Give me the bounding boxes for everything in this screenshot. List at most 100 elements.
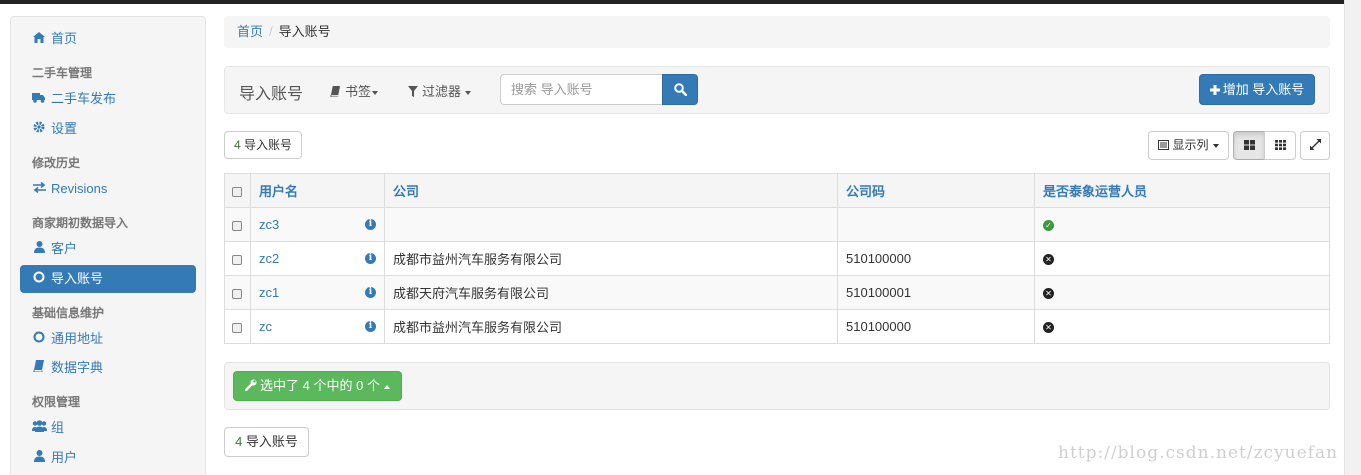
breadcrumb-separator: / bbox=[269, 24, 273, 39]
company-code-cell: 510100000 bbox=[837, 241, 1035, 276]
info-icon[interactable]: i bbox=[365, 253, 376, 264]
row-checkbox[interactable] bbox=[232, 288, 242, 299]
sidebar-item-common-address[interactable]: 通用地址 bbox=[20, 325, 196, 353]
results-table: 用户名 公司 公司码 是否泰象运营人员 zc3 i ✓ zc2 i 成都市益州汽车服… bbox=[224, 173, 1330, 344]
search-input[interactable] bbox=[500, 74, 662, 105]
sidebar-item-groups[interactable]: 组 bbox=[20, 414, 196, 442]
gear-icon bbox=[32, 115, 46, 143]
breadcrumb-home-link[interactable]: 首页 bbox=[237, 24, 263, 39]
row-select-cell bbox=[224, 309, 251, 344]
page-title: 导入账号 bbox=[239, 86, 304, 103]
company-code-cell bbox=[837, 207, 1035, 242]
sidebar-item-users[interactable]: 用户 bbox=[20, 444, 196, 472]
column-header-company-code[interactable]: 公司码 bbox=[837, 173, 1035, 208]
search-icon bbox=[674, 83, 687, 96]
username-link[interactable]: zc bbox=[259, 319, 272, 334]
view-block-button[interactable] bbox=[1233, 131, 1265, 160]
row-checkbox[interactable] bbox=[232, 322, 242, 333]
table-row: zc2 i 成都市益州汽车服务有限公司 510100000 ✕ bbox=[224, 241, 1330, 276]
user-icon bbox=[32, 444, 46, 472]
username-cell: zc i bbox=[250, 309, 385, 344]
select-all-checkbox[interactable] bbox=[232, 186, 242, 197]
remove-sign-icon: ✕ bbox=[1043, 322, 1054, 334]
username-link[interactable]: zc1 bbox=[259, 285, 279, 300]
users-icon bbox=[32, 414, 47, 442]
bookmarks-label: 书签 bbox=[345, 84, 372, 99]
select-all-cell bbox=[224, 173, 251, 208]
book-icon bbox=[330, 86, 341, 98]
column-header-is-operator[interactable]: 是否泰象运营人员 bbox=[1034, 173, 1330, 208]
company-cell: 成都天府汽车服务有限公司 bbox=[384, 275, 838, 310]
table-row: zc1 i 成都天府汽车服务有限公司 510100001 ✕ bbox=[224, 275, 1330, 310]
result-count-label: 导入账号 bbox=[244, 138, 293, 152]
filters-label: 过滤器 bbox=[422, 84, 462, 99]
bookmarks-dropdown[interactable]: 书签 bbox=[330, 81, 379, 100]
sidebar-item-data-dict[interactable]: 数据字典 bbox=[20, 354, 196, 382]
sidebar-group-header: 修改历史 bbox=[32, 156, 81, 170]
columns-dropdown[interactable]: 显示列 bbox=[1148, 131, 1229, 160]
result-count-label: 导入账号 bbox=[245, 434, 298, 449]
list-alt-icon bbox=[1158, 140, 1170, 150]
result-count-number: 4 bbox=[233, 138, 241, 152]
filters-dropdown[interactable]: 过滤器 bbox=[408, 81, 472, 100]
sidebar-item-label: 首页 bbox=[51, 31, 78, 46]
bulk-action-dropdown[interactable]: 选中了 4 个中的 0 个 bbox=[233, 371, 402, 401]
sidebar-item-label: 客户 bbox=[51, 241, 78, 256]
fullscreen-button[interactable] bbox=[1300, 131, 1330, 160]
top-bar bbox=[0, 0, 1344, 4]
caret-down-icon bbox=[372, 90, 379, 95]
table-row: zc i 成都市益州汽车服务有限公司 510100000 ✕ bbox=[224, 309, 1330, 344]
username-cell: zc3 i bbox=[250, 207, 385, 242]
sidebar-group-header: 二手车管理 bbox=[32, 66, 93, 80]
sidebar-item-customers[interactable]: 客户 bbox=[20, 235, 196, 263]
result-count-number: 4 bbox=[235, 434, 243, 449]
sidebar-item-home[interactable]: 首页 bbox=[20, 25, 196, 53]
row-select-cell bbox=[224, 241, 251, 276]
circle-icon bbox=[32, 325, 46, 353]
sidebar-item-label: 导入账号 bbox=[51, 271, 104, 286]
info-icon[interactable]: i bbox=[365, 321, 376, 332]
info-icon[interactable]: i bbox=[365, 219, 376, 230]
remove-sign-icon: ✕ bbox=[1043, 254, 1054, 266]
sidebar-item-settings[interactable]: 设置 bbox=[20, 115, 196, 143]
company-cell bbox=[384, 207, 838, 242]
sidebar: 首页 二手车管理 二手车发布 设置 修改历史 Revisions 商家期初数据导… bbox=[10, 16, 206, 475]
caret-down-icon bbox=[1212, 143, 1219, 148]
columns-label: 显示列 bbox=[1172, 138, 1209, 152]
username-link[interactable]: zc2 bbox=[259, 251, 279, 266]
is-operator-cell: ✕ bbox=[1034, 241, 1330, 276]
resize-full-icon bbox=[1309, 139, 1321, 150]
view-grid-button[interactable] bbox=[1264, 131, 1296, 160]
sidebar-item-car-publish[interactable]: 二手车发布 bbox=[20, 85, 196, 113]
breadcrumb-current: 导入账号 bbox=[278, 24, 331, 39]
company-code-cell: 510100000 bbox=[837, 309, 1035, 344]
username-cell: zc1 i bbox=[250, 275, 385, 310]
row-checkbox[interactable] bbox=[232, 254, 242, 265]
column-header-company[interactable]: 公司 bbox=[384, 173, 838, 208]
info-icon[interactable]: i bbox=[365, 287, 376, 298]
truck-icon bbox=[32, 85, 46, 113]
plus-icon bbox=[1209, 85, 1220, 95]
sidebar-group-header: 权限管理 bbox=[32, 395, 81, 409]
search-button[interactable] bbox=[662, 74, 698, 105]
column-header-username[interactable]: 用户名 bbox=[250, 173, 385, 208]
vertical-scrollbar[interactable] bbox=[1344, 0, 1361, 475]
caret-down-icon bbox=[465, 90, 472, 95]
sidebar-item-label: 设置 bbox=[51, 121, 78, 136]
sidebar-item-import-accounts[interactable]: 导入账号 bbox=[20, 265, 196, 293]
book-icon bbox=[32, 354, 46, 382]
add-import-account-button[interactable]: 增加 导入账号 bbox=[1199, 74, 1315, 105]
sidebar-item-label: Revisions bbox=[51, 181, 108, 196]
is-operator-cell: ✓ bbox=[1034, 207, 1330, 242]
row-checkbox[interactable] bbox=[232, 220, 242, 231]
add-button-label: 增加 导入账号 bbox=[1222, 82, 1305, 97]
home-icon bbox=[32, 25, 46, 53]
bulk-action-panel: 选中了 4 个中的 0 个 bbox=[224, 362, 1330, 410]
sidebar-item-revisions[interactable]: Revisions bbox=[20, 175, 196, 203]
breadcrumb: 首页 / 导入账号 bbox=[224, 16, 1330, 48]
toolbar: 导入账号 书签 过滤器 增加 导入账号 bbox=[224, 66, 1330, 114]
username-link[interactable]: zc3 bbox=[259, 217, 279, 232]
sidebar-item-label: 通用地址 bbox=[51, 331, 104, 346]
sidebar-item-label: 用户 bbox=[51, 450, 78, 465]
caret-up-icon bbox=[383, 384, 390, 389]
